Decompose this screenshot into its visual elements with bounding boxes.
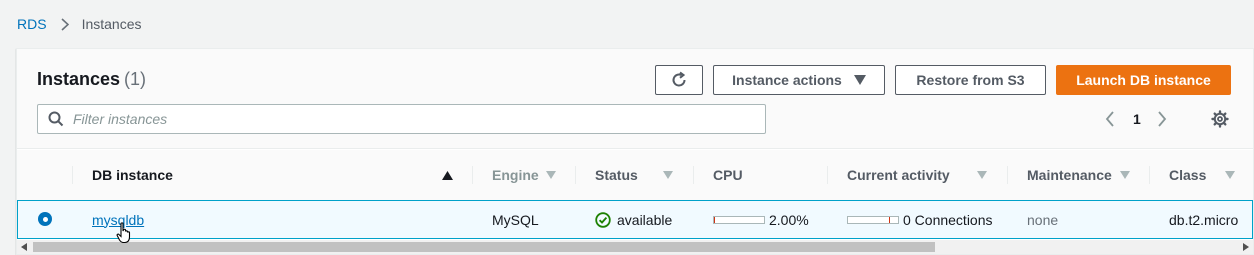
restore-from-s3-button[interactable]: Restore from S3 (895, 65, 1046, 95)
breadcrumb: RDS Instances (17, 16, 142, 32)
cell-status: available (595, 201, 672, 238)
gear-icon[interactable] (1211, 110, 1229, 128)
pagination: 1 (1105, 109, 1167, 129)
breadcrumb-current: Instances (81, 16, 142, 32)
refresh-icon (670, 71, 688, 89)
cell-engine: MySQL (492, 211, 539, 228)
activity-threshold-mark (889, 216, 890, 223)
table-header: DB instance Engine Status CPU Current ac… (17, 150, 1253, 200)
column-label: CPU (713, 167, 743, 183)
column-header-engine[interactable]: Engine (492, 150, 576, 200)
sort-caret-icon (1120, 171, 1130, 179)
column-label: Class (1169, 167, 1207, 183)
next-page-icon[interactable] (1157, 111, 1167, 127)
page-title-text: Instances (37, 69, 121, 89)
instances-panel: Instances (1) Instance actions Restore fr… (16, 48, 1254, 255)
scrollbar-thumb[interactable] (33, 242, 935, 252)
launch-db-instance-button[interactable]: Launch DB instance (1056, 65, 1231, 95)
row-select-radio[interactable] (38, 212, 52, 226)
scroll-left-icon[interactable] (21, 243, 27, 251)
caret-down-icon (853, 75, 866, 85)
column-header-current-activity[interactable]: Current activity (847, 150, 1007, 200)
cpu-usage-fill (714, 216, 715, 223)
sort-ascending-icon (442, 170, 453, 180)
instance-actions-label: Instance actions (732, 72, 842, 88)
column-label: DB instance (92, 167, 173, 183)
column-label: Maintenance (1027, 167, 1112, 183)
cell-class: db.t2.micro (1169, 211, 1239, 228)
column-label: Status (595, 167, 638, 183)
filter-instances-input[interactable] (73, 111, 713, 127)
cpu-value: 2.00% (769, 211, 809, 228)
column-header-status[interactable]: Status (595, 150, 693, 200)
filter-search-box (37, 104, 766, 134)
cell-cpu: 2.00% (713, 201, 809, 238)
previous-page-icon[interactable] (1105, 111, 1115, 127)
scroll-right-icon[interactable] (1243, 243, 1249, 251)
instance-actions-button[interactable]: Instance actions (713, 65, 885, 95)
column-header-cpu: CPU (713, 150, 827, 200)
breadcrumb-rds-link[interactable]: RDS (17, 16, 47, 32)
activity-value: 0 Connections (903, 211, 993, 228)
sort-caret-icon (1225, 171, 1235, 179)
cell-current-activity: 0 Connections (847, 201, 993, 238)
cell-maintenance: none (1027, 211, 1059, 228)
column-header-db-instance[interactable]: DB instance (92, 150, 472, 200)
status-ok-icon (595, 211, 611, 228)
activity-bar (847, 215, 899, 224)
column-header-maintenance[interactable]: Maintenance (1027, 150, 1150, 200)
sort-caret-icon (546, 171, 556, 179)
chevron-right-icon (61, 17, 69, 31)
page-number[interactable]: 1 (1133, 111, 1141, 127)
page-title: Instances (1) (37, 69, 146, 90)
column-label: Current activity (847, 167, 950, 183)
refresh-button[interactable] (655, 65, 703, 95)
cpu-usage-bar (713, 215, 765, 224)
horizontal-scrollbar[interactable] (17, 240, 1253, 254)
column-label: Engine (492, 167, 539, 183)
search-icon (48, 111, 64, 127)
table-row[interactable]: mysqldb MySQL available 2.00% 0 Connecti… (17, 200, 1253, 239)
instance-count: (1) (124, 69, 147, 89)
panel-header: Instances (1) Instance actions Restore fr… (17, 49, 1253, 149)
sort-caret-icon (977, 171, 987, 179)
status-text: available (617, 211, 673, 228)
hand-pointer-cursor-icon (116, 222, 134, 244)
column-header-class[interactable]: Class (1169, 150, 1249, 200)
sort-caret-icon (663, 171, 673, 179)
